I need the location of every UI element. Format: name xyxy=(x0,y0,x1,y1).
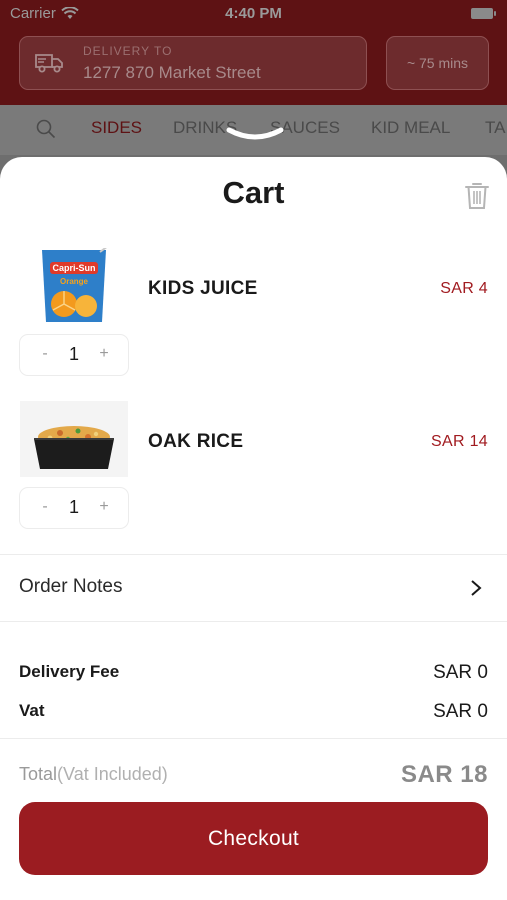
cart-item: Capri-Sun Orange KIDS JUICE SAR 4 - 1 + xyxy=(0,248,507,388)
delivery-label: DELIVERY TO xyxy=(83,44,173,58)
order-notes-label: Order Notes xyxy=(19,576,123,597)
item-price: SAR 14 xyxy=(431,433,488,450)
delivery-address: 1277 870 Market Street xyxy=(83,63,261,82)
tab-partial[interactable]: TA xyxy=(485,118,505,138)
quantity-value: 1 xyxy=(68,497,79,517)
vat-label: Vat xyxy=(19,701,45,720)
delivery-fee-row: Delivery Fee SAR 0 xyxy=(19,662,488,686)
tab-kid-meal[interactable]: KID MEAL xyxy=(371,118,450,138)
svg-text:Orange: Orange xyxy=(60,277,89,286)
item-name: KIDS JUICE xyxy=(148,278,258,299)
increase-quantity-button[interactable]: + xyxy=(94,345,114,363)
decrease-quantity-button[interactable]: - xyxy=(35,498,55,516)
total-title: Total xyxy=(19,764,58,784)
cart-sheet: Cart Capri-Sun Orange KIDS JUICE SAR 4 -… xyxy=(0,157,507,900)
delivery-fee-label: Delivery Fee xyxy=(19,662,120,681)
vat-value: SAR 0 xyxy=(433,701,488,722)
chevron-right-icon xyxy=(471,580,482,596)
cart-title: Cart xyxy=(222,175,285,210)
quantity-stepper: - 1 + xyxy=(19,334,129,376)
total-label: Total(Vat Included) xyxy=(19,764,168,785)
status-bar: Carrier 4:40 PM xyxy=(0,0,507,28)
checkout-button[interactable]: Checkout xyxy=(19,802,488,875)
total-row: Total(Vat Included) SAR 18 xyxy=(19,761,488,791)
decrease-quantity-button[interactable]: - xyxy=(35,345,55,363)
quantity-stepper: - 1 + xyxy=(19,487,129,529)
cart-item: OAK RICE SAR 14 - 1 + xyxy=(0,401,507,541)
oak-rice-image xyxy=(20,401,128,477)
truck-icon xyxy=(35,54,63,73)
grabber-icon[interactable] xyxy=(226,126,284,144)
total-value: SAR 18 xyxy=(400,761,488,788)
svg-text:Capri-Sun: Capri-Sun xyxy=(52,263,95,273)
tab-sides[interactable]: SIDES xyxy=(91,118,142,138)
item-name: OAK RICE xyxy=(148,431,244,452)
eta-badge[interactable]: ~ 75 mins xyxy=(386,36,489,90)
battery-icon xyxy=(471,8,496,19)
order-notes-row[interactable]: Order Notes xyxy=(0,555,507,621)
total-vat-note: (Vat Included) xyxy=(57,764,168,784)
status-time: 4:40 PM xyxy=(225,5,282,22)
search-icon[interactable] xyxy=(36,119,56,139)
increase-quantity-button[interactable]: + xyxy=(94,498,114,516)
divider xyxy=(0,738,507,739)
divider xyxy=(0,621,507,622)
item-price: SAR 4 xyxy=(440,280,488,297)
delivery-fee-value: SAR 0 xyxy=(433,662,488,683)
app-header: Carrier 4:40 PM DELIVERY TO 1277 870 Mar… xyxy=(0,0,507,105)
delivery-address-selector[interactable]: DELIVERY TO 1277 870 Market Street xyxy=(19,36,367,90)
vat-row: Vat SAR 0 xyxy=(19,701,488,725)
kids-juice-image: Capri-Sun Orange xyxy=(20,248,128,324)
trash-icon[interactable] xyxy=(463,181,491,211)
quantity-value: 1 xyxy=(68,344,79,364)
